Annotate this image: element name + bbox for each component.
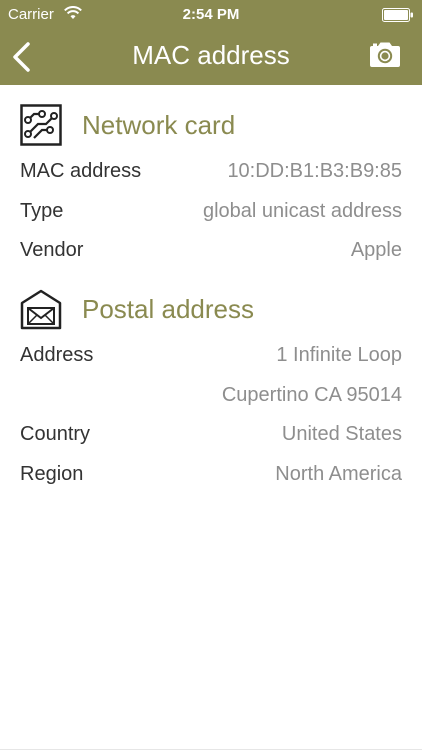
network-card-title: Network card [82,110,236,140]
address-line-2: Cupertino CA 95014 [221,384,402,406]
address-row: Address 1 Infinite Loop [20,340,402,370]
row-label: MAC address [20,160,142,182]
postal-address-title: Postal address [82,294,254,324]
row-value: global unicast address [202,200,402,222]
address-continuation-row: Cupertino CA 95014 [20,380,402,410]
type-row: Type global unicast address [20,196,402,226]
region-row: Region North America [20,459,402,489]
battery-icon [382,8,413,22]
navigation-bar: MAC address [0,30,422,85]
row-label: Type [20,200,64,222]
row-label: Vendor [20,239,84,261]
mailbox-envelope-icon [20,289,62,330]
vendor-row: Vendor Apple [20,235,402,265]
status-bar: Carrier 2:54 PM [0,0,422,30]
row-label: Country [20,423,91,445]
address-line-1: 1 Infinite Loop [276,344,402,366]
circuit-board-icon [20,104,62,146]
row-value: 10:DD:B1:B3:B9:85 [227,160,402,182]
row-label: Region [20,463,84,485]
camera-button[interactable] [368,41,402,69]
page-title: MAC address [132,40,290,70]
status-time: 2:54 PM [182,6,240,23]
row-label: Address [20,344,94,366]
row-value: Apple [350,239,402,261]
row-value: North America [275,463,402,485]
header: Carrier 2:54 PM MAC address [0,0,422,85]
country-row: Country United States [20,419,402,449]
row-value: United States [281,423,402,445]
mac-address-row: MAC address 10:DD:B1:B3:B9:85 [20,156,402,186]
